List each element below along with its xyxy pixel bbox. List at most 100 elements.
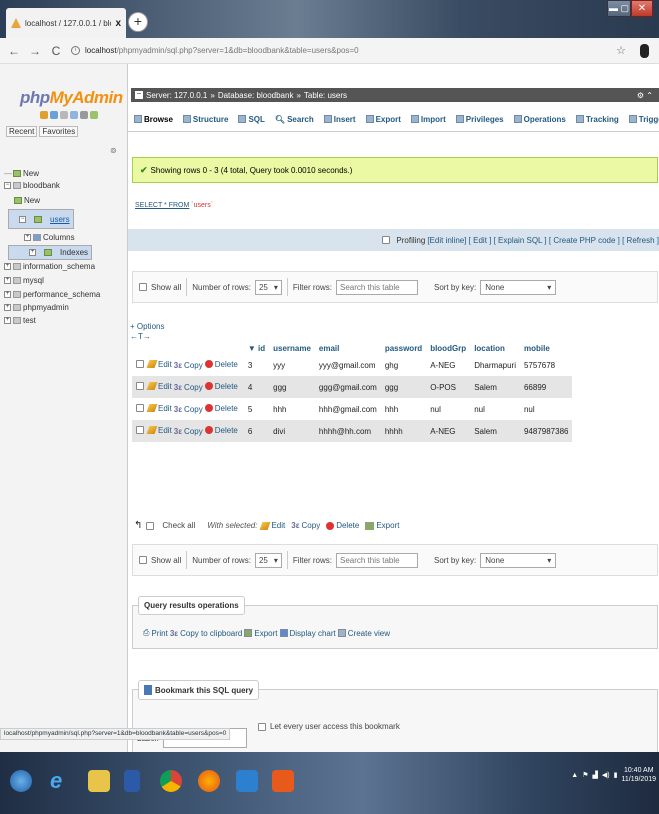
extension-icon[interactable] bbox=[640, 43, 649, 58]
print-link[interactable]: Print bbox=[151, 629, 167, 638]
create-view-link[interactable]: Create view bbox=[348, 629, 390, 638]
expand-icon[interactable]: + bbox=[29, 249, 36, 256]
show-all-checkbox[interactable] bbox=[139, 556, 147, 564]
copy-link[interactable]: 3ε Copy bbox=[174, 405, 203, 414]
filter-rows-input[interactable]: Search this table bbox=[335, 552, 418, 568]
bulk-export-button[interactable]: Export bbox=[365, 521, 399, 530]
collapse-icon[interactable]: − bbox=[135, 90, 143, 99]
flag-icon[interactable]: ⚑ bbox=[582, 771, 588, 779]
delete-link[interactable]: Delete bbox=[204, 382, 238, 391]
display-chart-link[interactable]: Display chart bbox=[290, 629, 336, 638]
sort-by-key-select[interactable]: None ▾ bbox=[480, 279, 557, 295]
bulk-copy-button[interactable]: 3ε Copy bbox=[291, 521, 320, 530]
battery-icon[interactable]: ▮ bbox=[614, 771, 618, 779]
expand-icon[interactable]: + bbox=[4, 304, 11, 311]
tree-item-bloodbank[interactable]: − bloodbank bbox=[4, 179, 128, 191]
col-header-password[interactable]: password bbox=[381, 343, 426, 354]
close-tab-icon[interactable]: x bbox=[115, 18, 121, 29]
reload-nav-icon[interactable] bbox=[90, 111, 98, 119]
new-tab-button[interactable]: + bbox=[128, 12, 148, 32]
edit-link[interactable]: Edit bbox=[146, 382, 172, 391]
delete-link[interactable]: Delete bbox=[204, 360, 238, 369]
info-icon[interactable]: i bbox=[71, 46, 80, 55]
col-header-location[interactable]: location bbox=[470, 343, 520, 354]
check-all-checkbox[interactable] bbox=[146, 521, 155, 530]
home-icon[interactable] bbox=[40, 111, 48, 119]
tree-item-columns[interactable]: + Columns bbox=[4, 229, 128, 245]
app-icon[interactable] bbox=[236, 770, 258, 792]
tab-search[interactable]: 🔍︎ Search bbox=[275, 115, 314, 124]
tab-privileges[interactable]: Privileges bbox=[455, 115, 504, 124]
tab-triggers[interactable]: Triggers bbox=[628, 115, 659, 124]
rows-select[interactable]: 25 ▾ bbox=[254, 552, 282, 568]
tab-tracking[interactable]: Tracking bbox=[575, 115, 619, 124]
forward-arrow-icon[interactable]: → bbox=[28, 44, 42, 58]
row-checkbox[interactable] bbox=[136, 404, 144, 413]
logout-icon[interactable] bbox=[50, 111, 58, 119]
copy-link[interactable]: 3ε Copy bbox=[174, 427, 203, 436]
tab-insert[interactable]: Insert bbox=[323, 115, 356, 124]
collapse-icon[interactable]: − bbox=[19, 215, 26, 223]
file-explorer-icon[interactable] bbox=[88, 770, 110, 792]
tree-item-phpmyadmin[interactable]: + phpmyadmin bbox=[4, 301, 128, 314]
tree-item-performance-schema[interactable]: + performance_schema bbox=[4, 287, 128, 301]
delete-link[interactable]: Delete bbox=[204, 426, 238, 435]
tree-item-new[interactable]: — New bbox=[4, 167, 128, 179]
favorites-tab[interactable]: Favorites bbox=[39, 126, 79, 137]
link-chain-icon[interactable]: ⊚ bbox=[110, 146, 117, 155]
firefox-icon[interactable] bbox=[198, 770, 220, 792]
expand-icon[interactable]: + bbox=[4, 317, 11, 324]
tab-sql[interactable]: SQL bbox=[238, 115, 265, 124]
bulk-delete-button[interactable]: Delete bbox=[326, 521, 359, 530]
reload-icon[interactable]: C bbox=[49, 44, 63, 58]
breadcrumb-server[interactable]: Server: 127.0.0.1 bbox=[146, 91, 207, 100]
query-window-icon[interactable] bbox=[60, 111, 68, 119]
window-close-icon[interactable]: ✕ bbox=[631, 0, 653, 17]
docs-icon[interactable] bbox=[70, 111, 78, 119]
tree-item-indexes[interactable]: + Indexes bbox=[8, 245, 93, 260]
copy-to-clipboard-link[interactable]: Copy to clipboard bbox=[180, 629, 242, 638]
tree-item-mysql[interactable]: + mysql bbox=[4, 273, 128, 287]
minimize-restore-icon[interactable]: ▬ ▢ bbox=[607, 0, 631, 17]
xampp-icon[interactable] bbox=[272, 770, 294, 792]
expand-icon[interactable]: + bbox=[4, 263, 11, 270]
back-arrow-icon[interactable]: ← bbox=[7, 44, 21, 58]
word-icon[interactable] bbox=[124, 770, 140, 792]
row-checkbox[interactable] bbox=[136, 426, 144, 435]
column-arrows[interactable]: ←T→ bbox=[130, 332, 151, 341]
chrome-icon[interactable] bbox=[160, 770, 182, 792]
clock[interactable]: 10:40 AM 11/19/2019 bbox=[621, 766, 656, 784]
expand-icon[interactable]: + bbox=[4, 276, 11, 284]
profiling-checkbox[interactable]: Profiling bbox=[382, 236, 425, 245]
query-links[interactable]: [Edit inline] [ Edit ] [ Explain SQL ] [… bbox=[427, 236, 659, 245]
sql-query-text[interactable]: SELECT * FROM `users` bbox=[135, 202, 213, 209]
network-icon[interactable]: ▟ bbox=[593, 771, 598, 779]
breadcrumb-table[interactable]: Table: users bbox=[304, 91, 347, 100]
browser-tab[interactable]: localhost / 127.0.0.1 / bloodbank x bbox=[6, 8, 126, 38]
recent-tab[interactable]: Recent bbox=[6, 126, 38, 137]
copy-link[interactable]: 3ε Copy bbox=[174, 361, 203, 370]
collapse-icon[interactable]: − bbox=[4, 181, 11, 189]
expand-icon[interactable]: + bbox=[24, 233, 31, 241]
col-header-username[interactable]: username bbox=[269, 343, 315, 354]
breadcrumb-database[interactable]: Database: bloodbank bbox=[218, 91, 294, 100]
tab-structure[interactable]: Structure bbox=[182, 115, 228, 124]
bookmark-star-icon[interactable]: ☆ bbox=[616, 44, 626, 57]
tab-operations[interactable]: Operations bbox=[513, 115, 566, 124]
tray-chevron-icon[interactable]: ▲ bbox=[571, 772, 578, 779]
col-header-email[interactable]: email bbox=[315, 343, 381, 354]
edit-link[interactable]: Edit bbox=[146, 426, 172, 435]
url-field[interactable]: i localhost/phpmyadmin/sql.php?server=1&… bbox=[71, 46, 616, 55]
col-header-bloodgrp[interactable]: bloodGrp bbox=[426, 343, 470, 354]
options-toggle[interactable]: + Options bbox=[130, 322, 164, 331]
sort-by-key-select[interactable]: None ▾ bbox=[480, 552, 557, 568]
phpmyadmin-logo[interactable]: phpMyAdmin bbox=[20, 88, 123, 108]
start-button-icon[interactable] bbox=[10, 770, 32, 792]
expand-icon[interactable]: + bbox=[4, 290, 11, 298]
copy-link[interactable]: 3ε Copy bbox=[174, 383, 203, 392]
every-user-checkbox[interactable] bbox=[258, 722, 266, 731]
volume-icon[interactable]: ◀) bbox=[602, 771, 610, 779]
show-all-checkbox[interactable] bbox=[139, 283, 147, 291]
rows-select[interactable]: 25 ▾ bbox=[254, 279, 282, 295]
profiling-checkbox-box[interactable] bbox=[382, 236, 391, 244]
